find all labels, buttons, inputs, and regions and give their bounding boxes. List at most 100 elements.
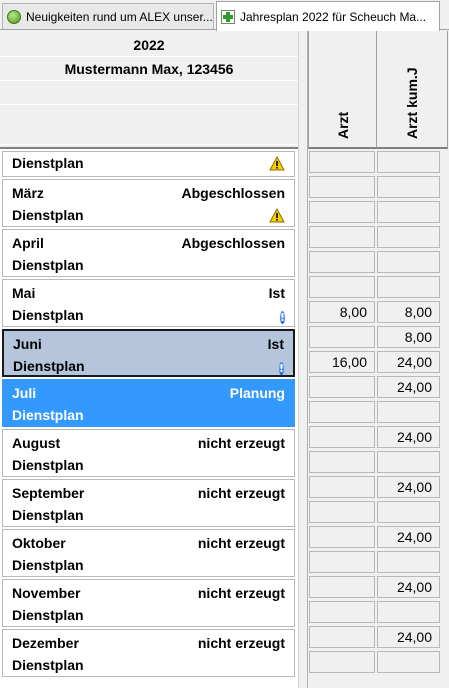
alex-green-icon: [7, 9, 21, 24]
cell-arzt-kum[interactable]: 24,00: [377, 526, 440, 548]
cell-arzt-kum[interactable]: [377, 251, 440, 273]
dienstplan-label: Dienstplan: [12, 557, 84, 573]
month-status: Ist: [268, 285, 285, 301]
month-name: November: [12, 585, 81, 601]
cell-arzt-kum[interactable]: [377, 276, 440, 298]
dienstplan-label: Dienstplan: [12, 657, 84, 673]
cell-arzt-kum[interactable]: 24,00: [377, 576, 440, 598]
tab-neuigkeiten[interactable]: Neuigkeiten rund um ALEX unser...: [2, 3, 214, 29]
month-row[interactable]: August nicht erzeugt Dienstplan: [2, 429, 295, 477]
cell-arzt[interactable]: [309, 401, 375, 423]
cell-arzt[interactable]: [309, 176, 375, 198]
warning-icon[interactable]: [269, 208, 285, 223]
dienstplan-label: Dienstplan: [13, 358, 85, 374]
cell-arzt-kum[interactable]: 8,00: [377, 326, 440, 348]
cell-arzt[interactable]: [309, 626, 375, 648]
month-row[interactable]: Oktober nicht erzeugt Dienstplan: [2, 529, 295, 577]
warning-icon[interactable]: [269, 156, 285, 171]
month-name: Mai: [12, 285, 36, 301]
month-name: September: [12, 485, 85, 501]
month-row[interactable]: Dezember nicht erzeugt Dienstplan: [2, 629, 295, 677]
month-row[interactable]: Juli Planung Dienstplan: [2, 379, 295, 427]
cell-arzt[interactable]: 8,00: [309, 301, 375, 323]
dienstplan-label: Dienstplan: [12, 155, 84, 171]
cell-arzt[interactable]: [309, 151, 375, 173]
dienstplan-label: Dienstplan: [12, 207, 84, 223]
cell-arzt[interactable]: [309, 601, 375, 623]
column-header-label: Arzt kum.J: [404, 67, 420, 139]
cell-arzt[interactable]: [309, 476, 375, 498]
header-blank-row: [0, 105, 298, 145]
month-name: Juni: [13, 336, 42, 352]
column-header-arzt-kum[interactable]: Arzt kum.J: [376, 31, 448, 149]
cell-arzt-kum[interactable]: [377, 601, 440, 623]
cell-arzt-kum[interactable]: 24,00: [377, 351, 440, 373]
month-name: August: [12, 435, 61, 451]
cell-arzt-kum[interactable]: [377, 201, 440, 223]
cell-arzt-kum[interactable]: 24,00: [377, 426, 440, 448]
cell-arzt[interactable]: [309, 576, 375, 598]
column-header-arzt[interactable]: Arzt: [308, 31, 376, 149]
tab-bar: Neuigkeiten rund um ALEX unser... Jahres…: [0, 0, 449, 31]
cell-arzt-kum[interactable]: [377, 651, 440, 673]
values-pane: Arzt Arzt kum.J 8,00 8,00 8,00 16,00 24,00 24…: [308, 31, 449, 688]
column-header-label: Arzt: [334, 111, 351, 139]
cell-arzt[interactable]: [309, 276, 375, 298]
cell-arzt[interactable]: [309, 201, 375, 223]
plan-header: 2022 Mustermann Max, 123456: [0, 31, 298, 149]
year-label: 2022: [0, 33, 298, 57]
month-status: nicht erzeugt: [197, 635, 285, 651]
month-status: nicht erzeugt: [197, 485, 285, 501]
cell-arzt-kum[interactable]: [377, 451, 440, 473]
tab-jahresplan[interactable]: Jahresplan 2022 für Scheuch Ma...: [216, 1, 440, 31]
tab-label: Jahresplan 2022 für Scheuch Ma...: [240, 9, 427, 24]
cell-arzt-kum[interactable]: 24,00: [377, 376, 440, 398]
pane-splitter[interactable]: [298, 31, 308, 688]
cell-arzt[interactable]: [309, 251, 375, 273]
month-name: April: [12, 235, 44, 251]
month-row[interactable]: April Abgeschlossen Dienstplan: [2, 229, 295, 277]
cell-arzt[interactable]: [309, 526, 375, 548]
cell-arzt[interactable]: [309, 551, 375, 573]
month-status: Abgeschlossen: [181, 235, 285, 251]
dienstplan-label: Dienstplan: [12, 457, 84, 473]
dienstplan-label: Dienstplan: [12, 257, 84, 273]
cell-arzt[interactable]: [309, 501, 375, 523]
dienstplan-label: Dienstplan: [12, 307, 84, 323]
month-row[interactable]: März Abgeschlossen Dienstplan: [2, 179, 295, 227]
cell-arzt-kum[interactable]: [377, 551, 440, 573]
month-name: Dezember: [12, 635, 79, 651]
cell-arzt[interactable]: [309, 426, 375, 448]
month-row[interactable]: Mai Ist Dienstplan!: [2, 279, 295, 327]
month-row[interactable]: November nicht erzeugt Dienstplan: [2, 579, 295, 627]
month-list-pane: 2022 Mustermann Max, 123456 Dienstplan Mä…: [0, 31, 298, 688]
info-icon[interactable]: !: [278, 359, 284, 377]
dienstplan-label: Dienstplan: [12, 507, 84, 523]
month-row[interactable]: September nicht erzeugt Dienstplan: [2, 479, 295, 527]
dienstplan-label: Dienstplan: [12, 407, 84, 423]
month-status: nicht erzeugt: [197, 435, 285, 451]
cell-arzt-kum[interactable]: 24,00: [377, 476, 440, 498]
cell-arzt[interactable]: [309, 226, 375, 248]
cell-arzt[interactable]: [309, 651, 375, 673]
cell-arzt[interactable]: 16,00: [309, 351, 375, 373]
month-status: Ist: [267, 336, 284, 352]
cell-arzt[interactable]: [309, 326, 375, 348]
month-row[interactable]: Dienstplan: [2, 151, 295, 177]
cell-arzt-kum[interactable]: 24,00: [377, 626, 440, 648]
cell-arzt-kum[interactable]: [377, 501, 440, 523]
tab-label: Neuigkeiten rund um ALEX unser...: [26, 9, 213, 24]
cell-arzt-kum[interactable]: [377, 401, 440, 423]
month-name: Juli: [12, 385, 37, 401]
cell-arzt-kum[interactable]: 8,00: [377, 301, 440, 323]
month-status: Abgeschlossen: [181, 185, 285, 201]
info-icon[interactable]: !: [279, 308, 285, 326]
cell-arzt-kum[interactable]: [377, 226, 440, 248]
month-row[interactable]: Juni Ist Dienstplan!: [2, 329, 295, 377]
cell-arzt[interactable]: [309, 451, 375, 473]
header-blank-row: [0, 81, 298, 105]
dienstplan-label: Dienstplan: [12, 607, 84, 623]
cell-arzt-kum[interactable]: [377, 151, 440, 173]
cell-arzt-kum[interactable]: [377, 176, 440, 198]
cell-arzt[interactable]: [309, 376, 375, 398]
